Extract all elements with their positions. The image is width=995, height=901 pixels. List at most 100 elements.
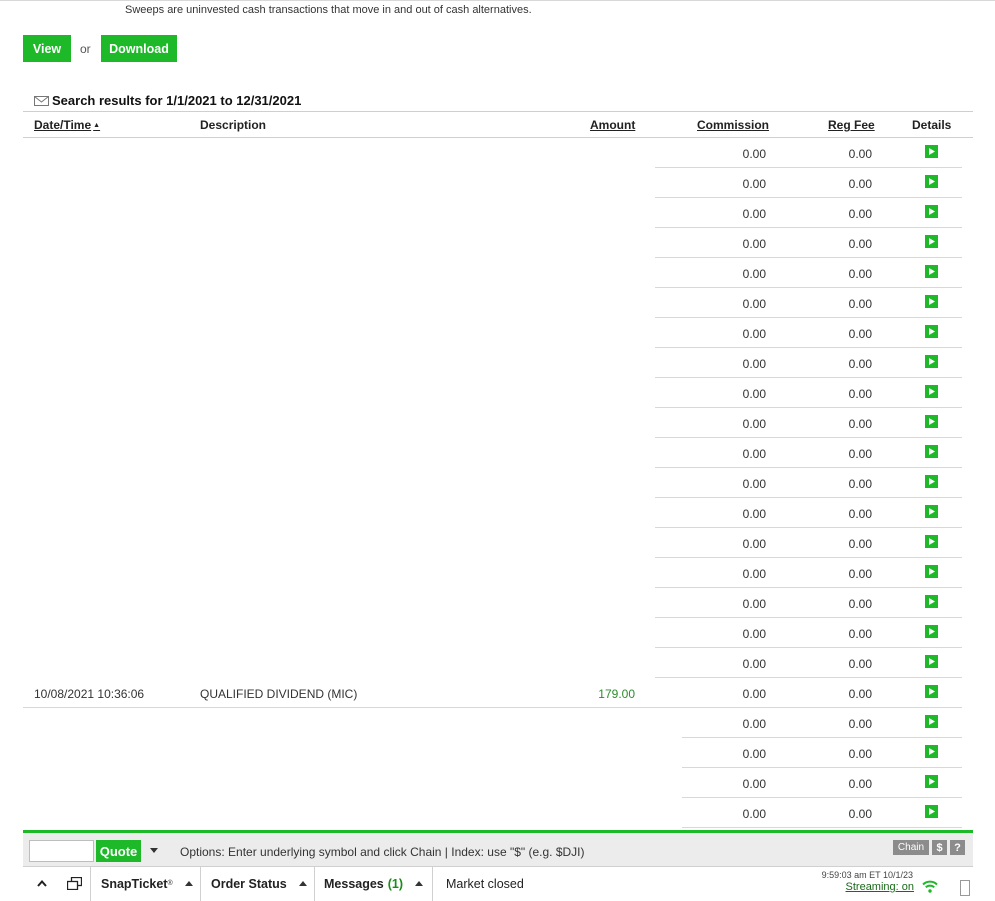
order-status-tab[interactable]: Order Status xyxy=(211,866,307,901)
row-details-button[interactable] xyxy=(925,205,938,218)
row-details-button[interactable] xyxy=(925,685,938,698)
help-button[interactable]: ? xyxy=(950,840,965,855)
row-commission-cell: 0.00 xyxy=(742,747,766,761)
chain-button[interactable]: Chain xyxy=(893,840,929,855)
table-row: 0.00 0.00 xyxy=(0,258,995,288)
quote-dropdown-icon[interactable] xyxy=(150,848,158,853)
play-icon xyxy=(928,478,935,485)
row-reg-fee-cell: 0.00 xyxy=(848,447,872,461)
table-row: 0.00 0.00 xyxy=(0,498,995,528)
row-reg-fee-cell: 0.00 xyxy=(848,507,872,521)
row-commission-cell: 0.00 xyxy=(742,717,766,731)
play-icon xyxy=(928,358,935,365)
row-date-cell: 10/08/2021 10:36:06 xyxy=(34,687,145,701)
play-icon xyxy=(928,808,935,815)
header-rule-top xyxy=(23,111,973,112)
column-header-amount[interactable]: Amount xyxy=(590,118,635,132)
row-reg-fee-cell: 0.00 xyxy=(848,147,872,161)
column-header-details: Details xyxy=(912,118,952,132)
row-details-button[interactable] xyxy=(925,805,938,818)
row-commission-cell: 0.00 xyxy=(742,267,766,281)
row-details-button[interactable] xyxy=(925,325,938,338)
play-icon xyxy=(928,178,935,185)
row-details-button[interactable] xyxy=(925,235,938,248)
play-icon xyxy=(928,598,935,605)
play-icon xyxy=(928,298,935,305)
download-button[interactable]: Download xyxy=(101,35,177,62)
row-commission-cell: 0.00 xyxy=(742,327,766,341)
row-commission-cell: 0.00 xyxy=(742,207,766,221)
row-details-button[interactable] xyxy=(925,355,938,368)
row-details-button[interactable] xyxy=(925,535,938,548)
snapticket-tab[interactable]: SnapTicket ® xyxy=(101,866,193,901)
row-details-button[interactable] xyxy=(925,745,938,758)
table-row: 0.00 0.00 xyxy=(0,468,995,498)
row-commission-cell: 0.00 xyxy=(742,147,766,161)
row-amount-cell: 179.00 xyxy=(598,687,635,701)
row-details-button[interactable] xyxy=(925,445,938,458)
row-commission-cell: 0.00 xyxy=(742,537,766,551)
row-details-button[interactable] xyxy=(925,415,938,428)
row-details-button[interactable] xyxy=(925,295,938,308)
column-header-description: Description xyxy=(200,118,267,132)
popout-button[interactable] xyxy=(65,866,83,901)
view-button[interactable]: View xyxy=(23,35,71,62)
play-icon xyxy=(928,148,935,155)
panel-toggle[interactable] xyxy=(960,880,970,896)
row-details-button[interactable] xyxy=(925,625,938,638)
quote-button[interactable]: Quote xyxy=(96,840,141,862)
row-commission-cell: 0.00 xyxy=(742,387,766,401)
table-row: 0.00 0.00 xyxy=(0,618,995,648)
table-row: 0.00 0.00 xyxy=(0,558,995,588)
play-icon xyxy=(928,628,935,635)
row-details-button[interactable] xyxy=(925,475,938,488)
caret-up-icon xyxy=(184,881,193,886)
row-reg-fee-cell: 0.00 xyxy=(848,357,872,371)
options-hint: Options: Enter underlying symbol and cli… xyxy=(180,845,585,859)
window-icon xyxy=(66,877,82,890)
row-commission-cell: 0.00 xyxy=(742,237,766,251)
column-header-date-time[interactable]: Date/Time ▲ xyxy=(34,118,100,132)
market-status: Market closed xyxy=(446,876,524,891)
row-details-button[interactable] xyxy=(925,775,938,788)
row-details-button[interactable] xyxy=(925,595,938,608)
results-heading-text: Search results for 1/1/2021 to 12/31/202… xyxy=(52,93,302,108)
chevron-up-icon xyxy=(37,880,47,887)
messages-tab[interactable]: Messages (1) xyxy=(324,866,424,901)
snapticket-label: SnapTicket xyxy=(101,876,168,891)
row-details-button[interactable] xyxy=(925,655,938,668)
mail-icon[interactable] xyxy=(34,95,49,106)
play-icon xyxy=(928,568,935,575)
column-header-commission[interactable]: Commission xyxy=(697,118,769,132)
row-details-button[interactable] xyxy=(925,385,938,398)
symbol-input[interactable] xyxy=(29,840,94,862)
row-commission-cell: 0.00 xyxy=(742,657,766,671)
play-icon xyxy=(928,418,935,425)
column-header-reg-fee[interactable]: Reg Fee xyxy=(828,118,875,132)
row-details-button[interactable] xyxy=(925,175,938,188)
table-row: 0.00 0.00 xyxy=(0,138,995,168)
row-reg-fee-cell: 0.00 xyxy=(848,207,872,221)
row-commission-cell: 0.00 xyxy=(742,477,766,491)
status-separator xyxy=(432,867,433,901)
table-row: 0.00 0.00 xyxy=(0,318,995,348)
row-commission-cell: 0.00 xyxy=(742,357,766,371)
row-details-button[interactable] xyxy=(925,715,938,728)
row-reg-fee-cell: 0.00 xyxy=(848,537,872,551)
row-reg-fee-cell: 0.00 xyxy=(848,237,872,251)
row-details-button[interactable] xyxy=(925,565,938,578)
row-reg-fee-cell: 0.00 xyxy=(848,387,872,401)
row-commission-cell: 0.00 xyxy=(742,687,766,701)
table-row: 0.00 0.00 xyxy=(0,198,995,228)
table-row: 0.00 0.00 xyxy=(0,378,995,408)
index-dollar-button[interactable]: $ xyxy=(932,840,947,855)
row-details-button[interactable] xyxy=(925,145,938,158)
row-details-button[interactable] xyxy=(925,505,938,518)
collapse-toggle[interactable] xyxy=(34,866,50,901)
table-row: 0.00 0.00 xyxy=(0,798,995,828)
play-icon xyxy=(928,658,935,665)
row-details-button[interactable] xyxy=(925,265,938,278)
streaming-toggle[interactable]: Streaming: on xyxy=(846,881,914,893)
play-icon xyxy=(928,508,935,515)
row-commission-cell: 0.00 xyxy=(742,507,766,521)
